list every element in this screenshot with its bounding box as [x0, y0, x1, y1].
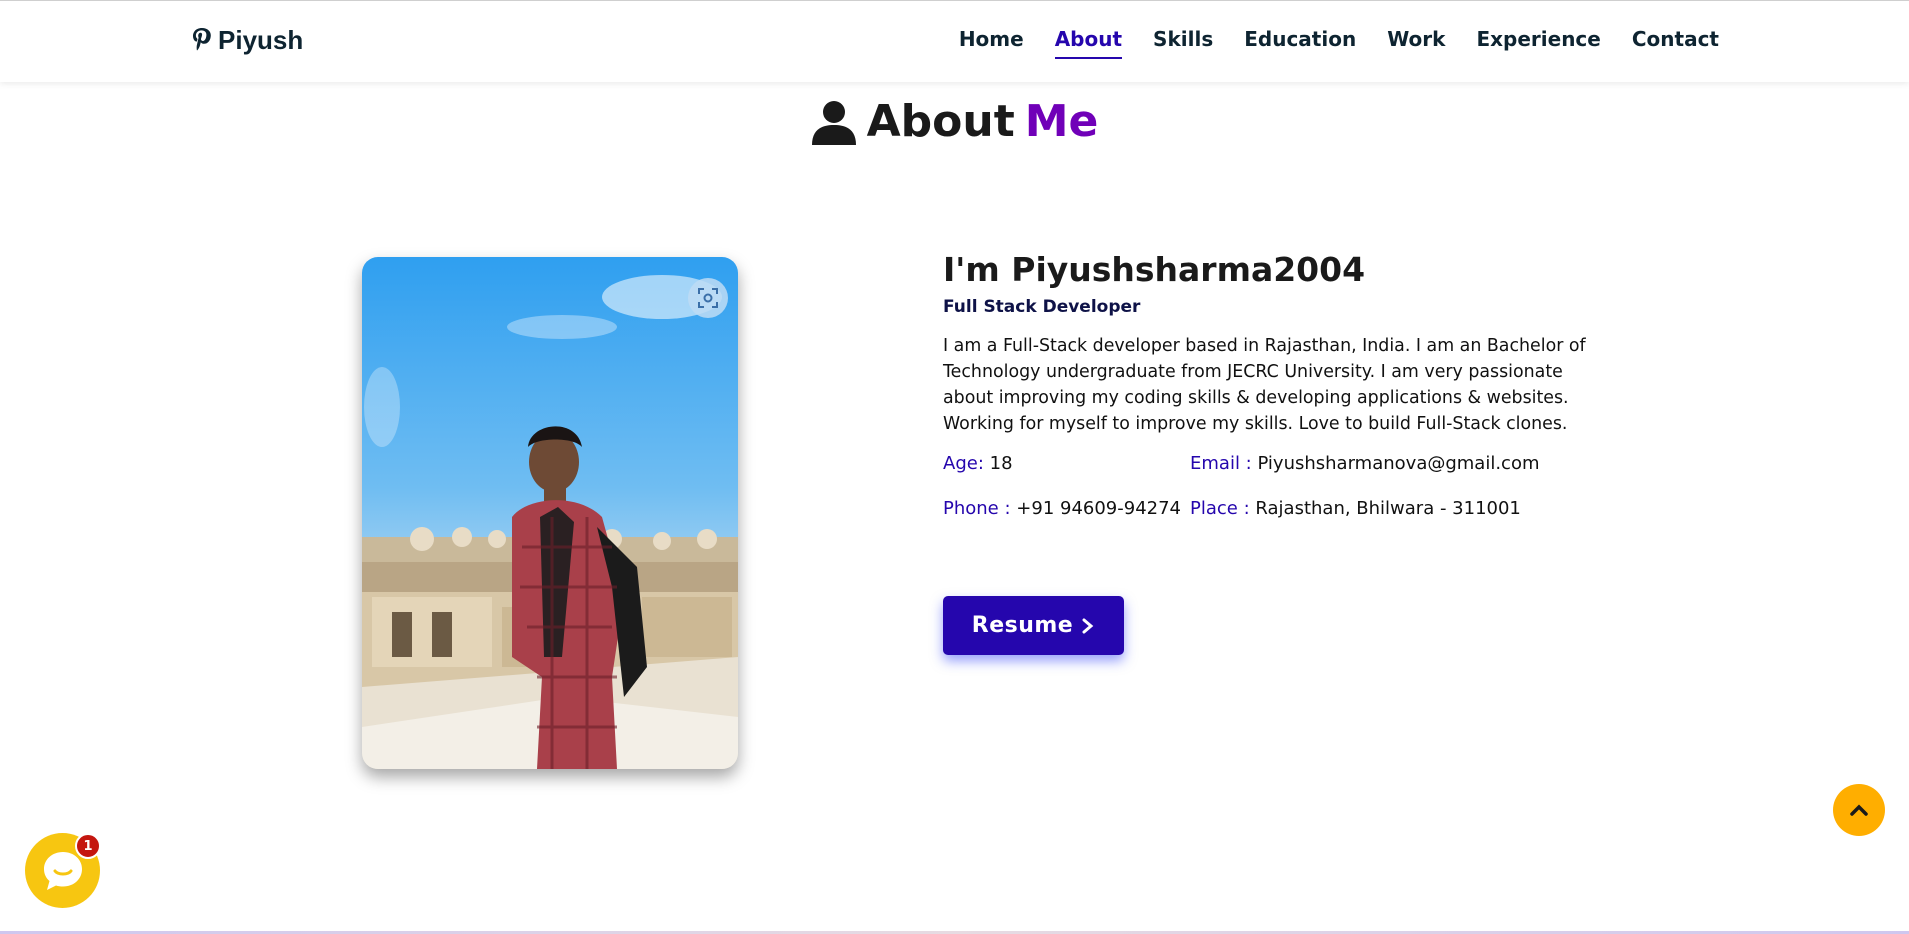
age-value: 18 — [989, 453, 1013, 474]
info-age: Age: 18 — [943, 451, 1190, 477]
heading-accent: Me — [1024, 96, 1099, 147]
nav-link-home[interactable]: Home — [959, 27, 1024, 59]
email-label: Email : — [1190, 453, 1252, 474]
nav-link-education[interactable]: Education — [1244, 27, 1356, 59]
chevron-right-icon — [1082, 618, 1094, 633]
info-grid: Age: 18 Email : Piyushsharmanova@gmail.c… — [943, 451, 1623, 522]
phone-label: Phone : — [943, 498, 1011, 519]
nav-link-contact[interactable]: Contact — [1632, 27, 1719, 59]
scroll-top-button[interactable] — [1833, 784, 1885, 836]
heading-text: About — [866, 96, 1015, 147]
profile-photo — [362, 257, 738, 769]
chevron-up-icon — [1850, 804, 1868, 816]
chat-notification-badge: 1 — [75, 833, 101, 859]
resume-button[interactable]: Resume — [943, 596, 1124, 655]
profile-bio: I am a Full-Stack developer based in Raj… — [943, 336, 1586, 434]
brand-name: Piyush — [218, 25, 304, 55]
lens-scan-button[interactable] — [688, 278, 728, 318]
pinterest-p-icon — [193, 27, 211, 50]
phone-value: +91 94609-94274 — [1016, 498, 1182, 519]
lens-scan-icon — [698, 288, 718, 308]
nav-link-work[interactable]: Work — [1387, 27, 1445, 59]
profile-role: Full Stack Developer — [943, 297, 1141, 317]
section-heading: About Me — [0, 96, 1909, 147]
profile-name: I'm Piyushsharma2004 — [943, 250, 1366, 289]
brand-logo[interactable]: Piyush — [190, 25, 303, 56]
user-icon — [811, 100, 856, 145]
info-email: Email : Piyushsharmanova@gmail.com — [1190, 451, 1610, 477]
about-content: I'm Piyushsharma2004 Full Stack Develope… — [943, 250, 1623, 522]
nav-links: Home About Skills Education Work Experie… — [959, 27, 1719, 59]
place-value: Rajasthan, Bhilwara - 311001 — [1255, 498, 1521, 519]
nav-link-skills[interactable]: Skills — [1153, 27, 1213, 59]
info-place: Place : Rajasthan, Bhilwara - 311001 — [1190, 496, 1610, 522]
nav-link-experience[interactable]: Experience — [1476, 27, 1600, 59]
info-phone: Phone : +91 94609-94274 — [943, 496, 1190, 522]
navbar: Piyush Home About Skills Education Work … — [0, 0, 1909, 82]
nav-link-about[interactable]: About — [1054, 27, 1123, 59]
age-label: Age: — [943, 453, 984, 474]
place-label: Place : — [1190, 498, 1250, 519]
resume-label: Resume — [971, 613, 1074, 638]
email-value: Piyushsharmanova@gmail.com — [1257, 453, 1540, 474]
